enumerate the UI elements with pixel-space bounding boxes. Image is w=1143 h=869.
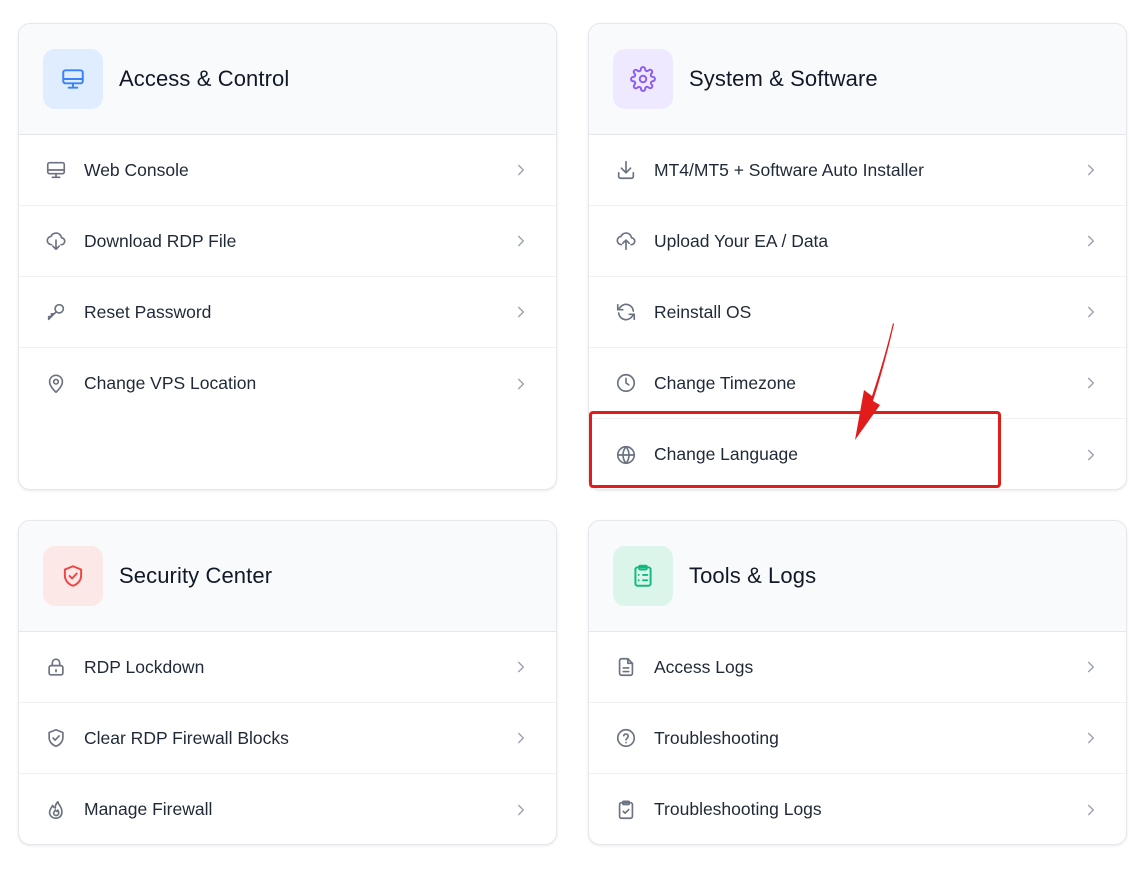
menu-item-label: Reinstall OS bbox=[654, 301, 752, 322]
clock-icon bbox=[615, 372, 637, 394]
menu-item-web-console[interactable]: Web Console bbox=[19, 135, 556, 206]
chevron-right-icon bbox=[1084, 448, 1098, 462]
chevron-right-icon bbox=[514, 731, 528, 745]
chevron-right-icon bbox=[514, 163, 528, 177]
clipboard-check-icon bbox=[615, 799, 637, 821]
menu-item-rdp-lockdown[interactable]: RDP Lockdown bbox=[19, 632, 556, 703]
menu-item-reset-password[interactable]: Reset Password bbox=[19, 277, 556, 348]
menu-item-reinstall-os[interactable]: Reinstall OS bbox=[589, 277, 1126, 348]
chevron-right-icon bbox=[1084, 803, 1098, 817]
menu-item-label: Troubleshooting bbox=[654, 727, 779, 748]
menu-item-label: MT4/MT5 + Software Auto Installer bbox=[654, 159, 924, 180]
card-header: Security Center bbox=[19, 521, 556, 632]
menu-item-manage-firewall[interactable]: Manage Firewall bbox=[19, 774, 556, 844]
menu-item-label: Web Console bbox=[84, 159, 189, 180]
card-header: Access & Control bbox=[19, 24, 556, 135]
menu-item-label: RDP Lockdown bbox=[84, 656, 205, 677]
file-text-icon bbox=[615, 656, 637, 678]
card-header: Tools & Logs bbox=[589, 521, 1126, 632]
menu-item-troubleshooting[interactable]: Troubleshooting bbox=[589, 703, 1126, 774]
chevron-right-icon bbox=[514, 660, 528, 674]
chevron-right-icon bbox=[514, 234, 528, 248]
gear-icon bbox=[613, 49, 673, 109]
card-title: Access & Control bbox=[119, 66, 290, 91]
map-pin-icon bbox=[45, 373, 67, 395]
menu-item-label: Download RDP File bbox=[84, 230, 237, 251]
chevron-right-icon bbox=[514, 377, 528, 391]
menu-item-software-auto-installer[interactable]: MT4/MT5 + Software Auto Installer bbox=[589, 135, 1126, 206]
chevron-right-icon bbox=[1084, 234, 1098, 248]
clipboard-list-icon bbox=[613, 546, 673, 606]
key-icon bbox=[45, 301, 67, 323]
help-circle-icon bbox=[615, 727, 637, 749]
refresh-icon bbox=[615, 301, 637, 323]
card-title: Security Center bbox=[119, 563, 273, 588]
download-icon bbox=[615, 159, 637, 181]
card-tools-logs: Tools & Logs Access Logs Troubleshooting… bbox=[588, 520, 1127, 845]
globe-icon bbox=[615, 444, 637, 466]
chevron-right-icon bbox=[1084, 660, 1098, 674]
flame-icon bbox=[45, 799, 67, 821]
menu-item-label: Troubleshooting Logs bbox=[654, 799, 822, 819]
card-access-control: Access & Control Web Console Download RD… bbox=[18, 23, 557, 490]
chevron-right-icon bbox=[514, 803, 528, 817]
chevron-right-icon bbox=[1084, 305, 1098, 319]
card-title: System & Software bbox=[689, 66, 878, 91]
menu-item-label: Upload Your EA / Data bbox=[654, 230, 829, 251]
menu-item-label: Reset Password bbox=[84, 301, 212, 322]
cloud-upload-icon bbox=[615, 230, 637, 252]
cloud-download-icon bbox=[45, 230, 67, 252]
chevron-right-icon bbox=[514, 305, 528, 319]
lock-icon bbox=[45, 656, 67, 678]
menu-item-change-timezone[interactable]: Change Timezone bbox=[589, 348, 1126, 419]
chevron-right-icon bbox=[1084, 376, 1098, 390]
menu-item-label: Access Logs bbox=[654, 656, 754, 677]
menu-item-troubleshooting-logs[interactable]: Troubleshooting Logs bbox=[589, 774, 1126, 844]
monitor-icon bbox=[45, 159, 67, 181]
menu-item-label: Change VPS Location bbox=[84, 373, 257, 393]
menu-item-label: Clear RDP Firewall Blocks bbox=[84, 727, 289, 748]
menu-item-upload-ea-data[interactable]: Upload Your EA / Data bbox=[589, 206, 1126, 277]
menu-item-label: Manage Firewall bbox=[84, 799, 213, 819]
monitor-icon bbox=[43, 49, 103, 109]
menu-item-access-logs[interactable]: Access Logs bbox=[589, 632, 1126, 703]
menu-item-label: Change Timezone bbox=[654, 372, 797, 393]
chevron-right-icon bbox=[1084, 163, 1098, 177]
menu-item-download-rdp-file[interactable]: Download RDP File bbox=[19, 206, 556, 277]
menu-item-change-language[interactable]: Change Language bbox=[589, 419, 1126, 489]
menu-item-change-vps-location[interactable]: Change VPS Location bbox=[19, 348, 556, 419]
shield-check-icon bbox=[43, 546, 103, 606]
card-security-center: Security Center RDP Lockdown Clear RDP F… bbox=[18, 520, 557, 845]
shield-check-icon bbox=[45, 727, 67, 749]
menu-item-clear-rdp-firewall-blocks[interactable]: Clear RDP Firewall Blocks bbox=[19, 703, 556, 774]
chevron-right-icon bbox=[1084, 731, 1098, 745]
card-header: System & Software bbox=[589, 24, 1126, 135]
card-system-software: System & Software MT4/MT5 + Software Aut… bbox=[588, 23, 1127, 490]
card-title: Tools & Logs bbox=[689, 563, 817, 588]
menu-item-label: Change Language bbox=[654, 444, 799, 464]
